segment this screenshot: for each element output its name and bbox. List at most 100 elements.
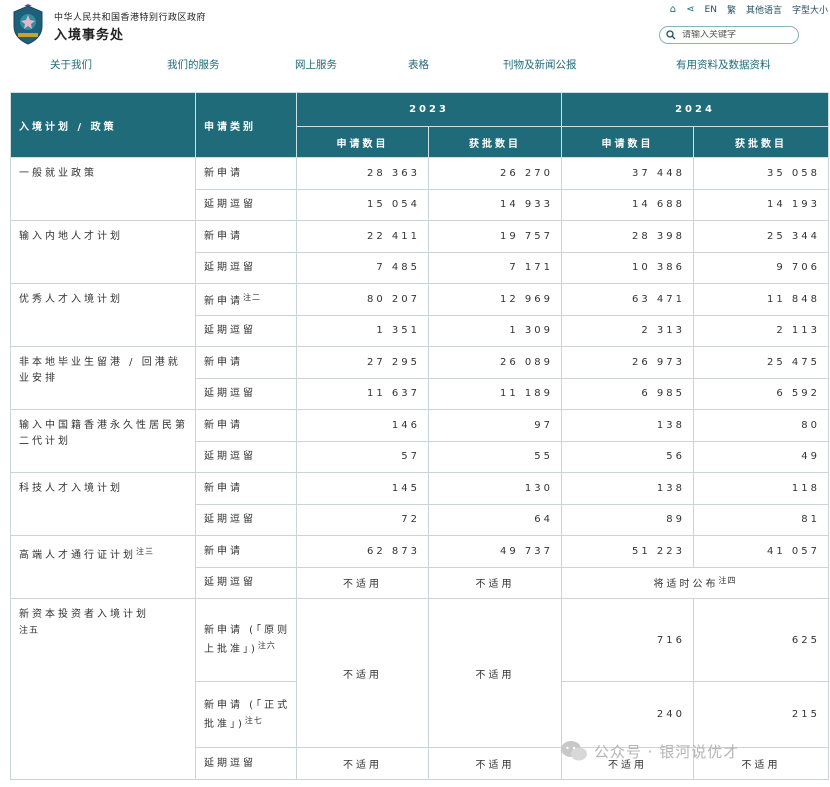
table-row: 非本地毕业生留港 / 回港就业安排 新申请 27 295 26 089 26 9…	[10, 346, 829, 410]
value-cell: 6 592	[693, 377, 829, 410]
value-cell: 80 207	[296, 283, 429, 316]
value-cell: 80	[693, 409, 829, 442]
header-approved-2024: 获批数目	[693, 126, 829, 158]
policy-label: 新资本投资者入境计划	[19, 609, 149, 620]
category-cell: 新申请	[195, 535, 297, 568]
table-row: 新资本投资者入境计划 注五 新申请 (「原则上批准」)注六 不适用 不适用 716…	[10, 598, 829, 780]
value-cell: 28 398	[561, 220, 694, 253]
traditional-chinese-link[interactable]: 繁	[727, 3, 736, 16]
policy-cell: 优秀人才入境计划	[10, 283, 196, 347]
value-cell: 14 933	[428, 188, 562, 221]
value-cell: 11 189	[428, 377, 562, 410]
value-cell: 89	[561, 503, 694, 536]
table-row: 科技人才入境计划 新申请 145 130 138 118	[10, 472, 829, 536]
value-cell: 57	[296, 440, 429, 473]
category-cell: 延期逗留	[195, 566, 297, 599]
value-cell: 41 057	[693, 535, 829, 568]
value-cell: 11 848	[693, 283, 829, 316]
value-cell: 240	[561, 681, 694, 748]
nav-our-services[interactable]: 我们的服务	[167, 57, 220, 72]
value-cell: 62 873	[296, 535, 429, 568]
nav-forms[interactable]: 表格	[408, 57, 429, 72]
government-name: 中华人民共和国香港特别行政区政府	[54, 13, 207, 23]
not-applicable-cell: 不适用	[428, 598, 562, 748]
table-row: 优秀人才入境计划 新申请注二 80 207 12 969 63 471 11 8…	[10, 283, 829, 347]
value-cell: 25 475	[693, 346, 829, 379]
value-cell: 72	[296, 503, 429, 536]
category-cell: 新申请	[195, 409, 297, 442]
value-cell: 7 485	[296, 251, 429, 284]
site-header: 中华人民共和国香港特别行政区政府 入境事务处 ⌂ ⋖ EN 繁 其他语言 字型大…	[0, 0, 830, 90]
value-cell: 716	[561, 598, 694, 682]
note-link[interactable]: 注七	[245, 716, 263, 725]
value-cell: 6 985	[561, 377, 694, 410]
other-languages-link[interactable]: 其他语言	[746, 3, 782, 16]
nav-online-services[interactable]: 网上服务	[295, 57, 337, 72]
note-link[interactable]: 注二	[243, 293, 261, 302]
top-links: ⌂ ⋖ EN 繁 其他语言 字型大小	[670, 3, 828, 16]
value-cell: 63 471	[561, 283, 694, 316]
table-row: 输入内地人才计划 新申请 22 411 19 757 28 398 25 344	[10, 220, 829, 284]
value-cell: 97	[428, 409, 562, 442]
table-row: 输入中国籍香港永久性居民第二代计划 新申请 146 97 138 80	[10, 409, 829, 473]
value-cell: 625	[693, 598, 829, 682]
statistics-table: 入境计划 / 政策 申请类别 2023 2024 申请数目 获批数目 申请数目 …	[10, 92, 829, 780]
category-cell: 新申请 (「原则上批准」)注六	[195, 598, 297, 682]
value-cell: 7 171	[428, 251, 562, 284]
category-cell: 延期逗留	[195, 747, 297, 780]
value-cell: 10 386	[561, 251, 694, 284]
nav-about-us[interactable]: 关于我们	[50, 57, 92, 72]
note-link[interactable]: 注六	[258, 641, 276, 650]
english-link[interactable]: EN	[705, 5, 717, 15]
home-icon[interactable]: ⌂	[670, 4, 676, 15]
category-cell: 延期逗留	[195, 314, 297, 347]
font-size-link[interactable]: 字型大小	[792, 3, 828, 16]
category-cell: 新申请	[195, 220, 297, 253]
not-applicable-cell: 不适用	[296, 747, 429, 780]
policy-cell: 一般就业政策	[10, 157, 196, 221]
watermark: 公众号 · 银河说优才	[560, 740, 739, 762]
not-applicable-cell: 不适用	[428, 747, 562, 780]
header-year-2024: 2024	[561, 92, 829, 127]
table-row: 高端人才通行证计划注三 新申请 62 873 49 737 51 223 41 …	[10, 535, 829, 599]
value-cell: 1 309	[428, 314, 562, 347]
nav-publications-press[interactable]: 刊物及新闻公报	[503, 57, 577, 72]
not-applicable-cell: 不适用	[296, 566, 429, 599]
value-cell: 26 973	[561, 346, 694, 379]
category-cell: 新申请	[195, 157, 297, 190]
value-cell: 28 363	[296, 157, 429, 190]
value-cell: 25 344	[693, 220, 829, 253]
hkimmd-emblem-icon[interactable]	[10, 4, 46, 46]
note-link[interactable]: 注三	[136, 547, 154, 556]
header-applications-2023: 申请数目	[296, 126, 429, 158]
value-cell: 26 089	[428, 346, 562, 379]
search-icon[interactable]	[666, 30, 676, 40]
category-cell: 新申请 (「正式批准」)注七	[195, 681, 297, 748]
header-approved-2023: 获批数目	[428, 126, 562, 158]
search-box[interactable]	[659, 26, 799, 44]
value-cell: 56	[561, 440, 694, 473]
value-cell: 2 113	[693, 314, 829, 347]
category-cell: 延期逗留	[195, 188, 297, 221]
search-input[interactable]	[682, 30, 782, 40]
note-link[interactable]: 注五	[19, 626, 39, 636]
header-applications-2024: 申请数目	[561, 126, 694, 158]
value-cell: 64	[428, 503, 562, 536]
category-cell: 延期逗留	[195, 251, 297, 284]
department-name[interactable]: 入境事务处	[54, 24, 124, 43]
share-icon[interactable]: ⋖	[686, 4, 694, 15]
policy-cell: 新资本投资者入境计划 注五	[10, 598, 196, 780]
value-cell: 146	[296, 409, 429, 442]
value-cell: 11 637	[296, 377, 429, 410]
value-cell: 22 411	[296, 220, 429, 253]
value-cell: 9 706	[693, 251, 829, 284]
value-cell: 55	[428, 440, 562, 473]
category-cell: 新申请	[195, 472, 297, 505]
policy-cell: 非本地毕业生留港 / 回港就业安排	[10, 346, 196, 410]
note-link[interactable]: 注四	[719, 576, 737, 585]
nav-useful-info-statistics[interactable]: 有用资料及数据资料	[676, 57, 771, 72]
policy-cell: 科技人才入境计划	[10, 472, 196, 536]
watermark-text: 公众号 · 银河说优才	[594, 742, 740, 761]
value-cell: 15 054	[296, 188, 429, 221]
value-cell: 138	[561, 472, 694, 505]
